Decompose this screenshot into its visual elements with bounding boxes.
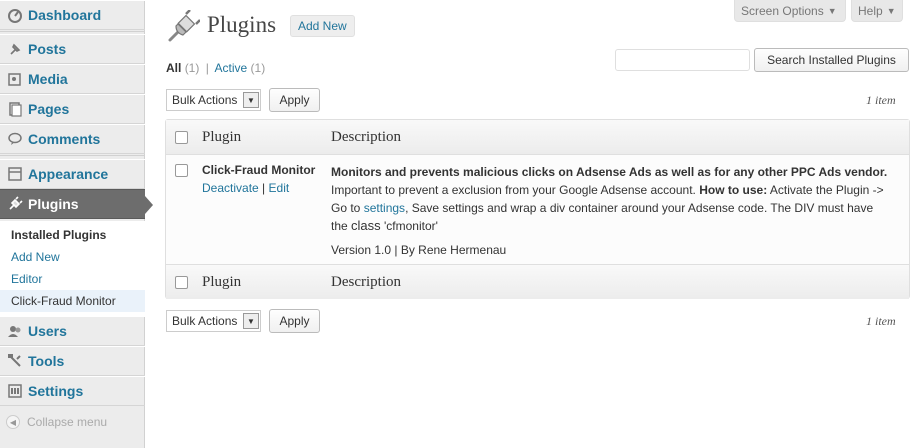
media-icon <box>6 71 24 87</box>
collapse-label: Collapse menu <box>27 415 108 429</box>
pin-icon <box>6 41 24 57</box>
menu-tools[interactable]: Tools <box>0 346 145 376</box>
table-row: Click-Fraud Monitor Deactivate | Edit Mo… <box>166 154 909 265</box>
add-new-button[interactable]: Add New <box>290 15 355 37</box>
menu-users[interactable]: Users <box>0 316 145 346</box>
submenu-add-new[interactable]: Add New <box>11 250 60 264</box>
desc-class: class <box>351 218 381 233</box>
menu-comments[interactable]: Comments <box>0 124 145 154</box>
filter-separator: | <box>205 61 209 75</box>
menu-label: Users <box>28 323 67 339</box>
menu-label: Comments <box>28 131 101 147</box>
menu-dashboard[interactable]: Dashboard <box>0 0 145 30</box>
submenu-click-fraud-monitor[interactable]: Click-Fraud Monitor <box>0 290 145 312</box>
menu-label: Pages <box>28 101 70 117</box>
admin-sidebar: Dashboard Posts Media Pages Comments App… <box>0 0 153 448</box>
menu-appearance[interactable]: Appearance <box>0 159 145 189</box>
column-description: Description <box>331 129 401 145</box>
filter-all-count: (1) <box>184 61 200 75</box>
collapse-arrow-icon: ◀ <box>6 415 20 429</box>
bulk-actions-label: Bulk Actions <box>172 314 238 328</box>
pages-icon <box>6 101 24 117</box>
select-all-checkbox[interactable] <box>175 131 188 144</box>
menu-label: Settings <box>28 383 84 399</box>
search-input[interactable] <box>615 49 750 71</box>
chevron-down-icon: ▼ <box>886 5 896 16</box>
action-separator: | <box>262 181 266 195</box>
table-header: Plugin Description <box>166 120 909 154</box>
screen-options-label: Screen Options <box>741 3 824 18</box>
desc-summary: Monitors and prevents malicious clicks o… <box>331 165 888 179</box>
comments-icon <box>6 131 24 147</box>
desc-text: Important to prevent a exclusion from yo… <box>331 183 696 197</box>
appearance-icon <box>6 166 24 182</box>
plugin-filters: All (1) | Active (1) <box>166 61 265 75</box>
dashboard-icon <box>6 7 24 23</box>
menu-label: Dashboard <box>28 7 102 23</box>
plugins-table: Plugin Description Click-Fraud Monitor D… <box>165 119 910 299</box>
apply-button-bottom[interactable]: Apply <box>269 309 320 333</box>
submenu-installed-plugins[interactable]: Installed Plugins <box>0 224 145 246</box>
plugin-version: Version 1.0 | By Rene Hermenau <box>331 243 507 257</box>
edit-link[interactable]: Edit <box>269 181 290 195</box>
tools-icon <box>6 353 24 369</box>
plugin-actions: Deactivate | Edit <box>202 181 289 195</box>
plugin-icon <box>6 196 24 212</box>
desc-text: 'cfmonitor' <box>384 219 438 233</box>
plugin-name: Click-Fraud Monitor <box>202 163 316 177</box>
screen-options-tab[interactable]: Screen Options ▼ <box>734 0 846 22</box>
apply-button-top[interactable]: Apply <box>269 88 320 112</box>
plugin-description: Monitors and prevents malicious clicks o… <box>331 163 891 235</box>
table-footer: Plugin Description <box>166 265 909 299</box>
column-description: Description <box>331 274 401 290</box>
item-count-bottom: 1 item <box>866 314 896 328</box>
item-count-top: 1 item <box>866 93 896 107</box>
filter-all[interactable]: All <box>166 61 181 75</box>
filter-active-count: (1) <box>250 61 266 75</box>
filter-active[interactable]: Active <box>215 61 248 75</box>
column-plugin[interactable]: Plugin <box>202 129 241 146</box>
plugins-submenu: Installed Plugins Add New Editor Click-F… <box>0 221 145 317</box>
menu-media[interactable]: Media <box>0 64 145 94</box>
menu-settings[interactable]: Settings <box>0 376 145 406</box>
menu-plugins[interactable]: Plugins <box>0 189 153 219</box>
row-checkbox[interactable] <box>175 164 188 177</box>
settings-icon <box>6 383 24 399</box>
menu-label: Posts <box>28 41 67 57</box>
plugins-page-icon <box>166 9 201 47</box>
page-title: Plugins <box>207 12 277 37</box>
menu-label: Appearance <box>28 166 109 182</box>
desc-how-to: How to use: <box>699 183 768 197</box>
settings-link[interactable]: settings <box>364 201 405 215</box>
chevron-down-icon: ▼ <box>827 5 837 16</box>
bulk-actions-label: Bulk Actions <box>172 93 238 107</box>
chevron-down-icon: ▼ <box>243 313 259 329</box>
menu-label: Media <box>28 71 68 87</box>
select-all-checkbox-bottom[interactable] <box>175 276 188 289</box>
menu-label: Plugins <box>28 196 79 212</box>
bulk-actions-select-top[interactable]: Bulk Actions ▼ <box>166 89 261 111</box>
deactivate-link[interactable]: Deactivate <box>202 181 259 195</box>
search-plugins-button[interactable]: Search Installed Plugins <box>754 48 909 72</box>
column-plugin[interactable]: Plugin <box>202 274 241 291</box>
menu-posts[interactable]: Posts <box>0 34 145 64</box>
collapse-menu[interactable]: ◀ Collapse menu <box>6 415 107 429</box>
submenu-editor[interactable]: Editor <box>11 272 42 286</box>
menu-label: Tools <box>28 353 65 369</box>
bulk-actions-select-bottom[interactable]: Bulk Actions ▼ <box>166 310 261 332</box>
users-icon <box>6 323 24 339</box>
help-tab[interactable]: Help ▼ <box>851 0 903 22</box>
help-label: Help <box>858 3 883 18</box>
chevron-down-icon: ▼ <box>243 92 259 108</box>
menu-pages[interactable]: Pages <box>0 94 145 124</box>
